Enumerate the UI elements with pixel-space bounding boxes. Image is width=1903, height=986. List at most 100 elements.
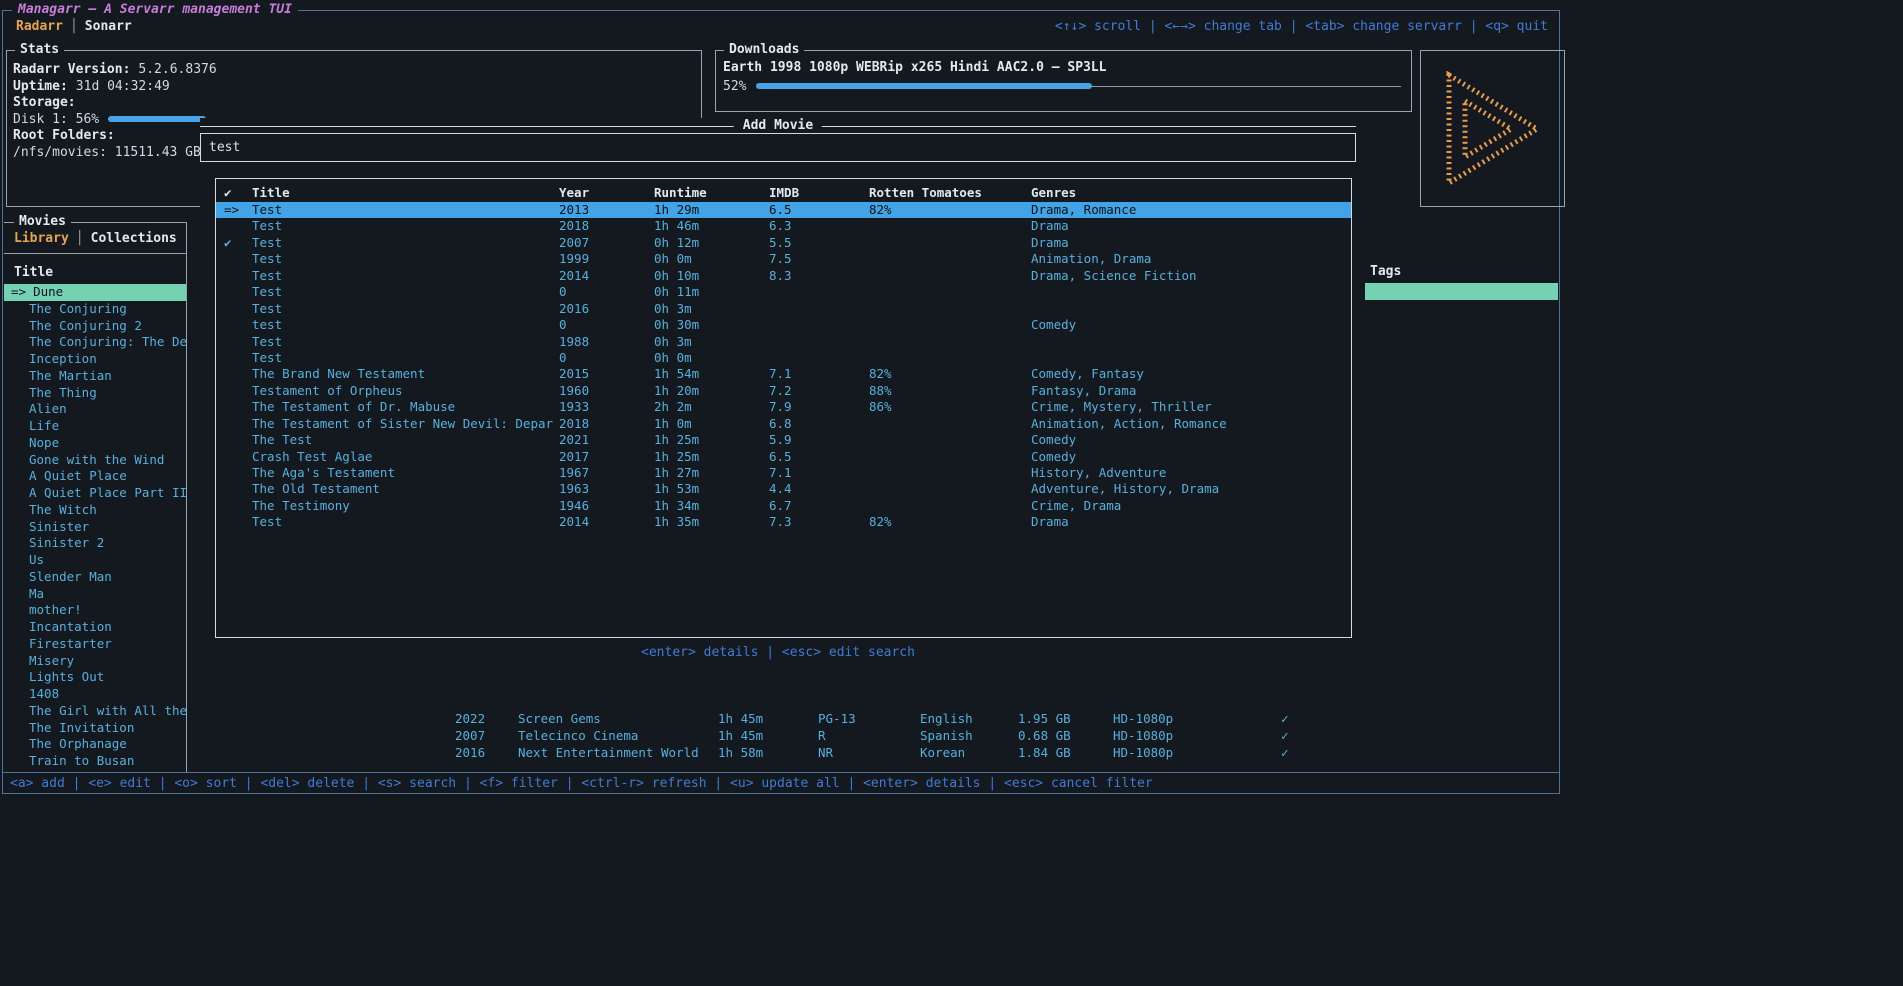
row-check-cell bbox=[224, 383, 252, 399]
movie-list-item[interactable]: 1408 bbox=[4, 686, 186, 703]
result-row[interactable]: Crash Test Aglae 2017 1h 25m 6.5 Comedy bbox=[216, 449, 1351, 465]
tab-separator: │ bbox=[70, 19, 78, 34]
movie-list-item[interactable]: Slender Man bbox=[4, 569, 186, 586]
movie-list-item[interactable]: Sinister bbox=[4, 519, 186, 536]
movie-list-item[interactable]: A Quiet Place bbox=[4, 468, 186, 485]
logo-panel bbox=[1420, 50, 1565, 207]
movies-title-column-header: Title bbox=[14, 265, 186, 282]
result-title: The Testament of Sister New Devil: Depar bbox=[252, 416, 559, 432]
result-genres: Drama, Science Fiction bbox=[1031, 268, 1351, 284]
movie-list-item[interactable]: mother! bbox=[4, 602, 186, 619]
movie-list-item[interactable]: Nope bbox=[4, 435, 186, 452]
result-row[interactable]: The Test 2021 1h 25m 5.9 Comedy bbox=[216, 432, 1351, 448]
movie-list-item[interactable]: The Conjuring 2 bbox=[4, 318, 186, 335]
movie-list-item[interactable]: Us bbox=[4, 552, 186, 569]
result-rotten-tomatoes bbox=[869, 498, 1031, 514]
result-row[interactable]: => Test 2013 1h 29m 6.5 82% Drama, Roman… bbox=[216, 202, 1351, 218]
row-check-cell bbox=[224, 498, 252, 514]
movie-size: 1.84 GB bbox=[1018, 745, 1113, 762]
result-row[interactable]: Test 0 0h 11m bbox=[216, 284, 1351, 300]
download-progress: 52% bbox=[716, 77, 1411, 94]
result-row[interactable]: Test 1999 0h 0m 7.5 Animation, Drama bbox=[216, 251, 1351, 267]
movie-list-item[interactable]: Life bbox=[4, 418, 186, 435]
tab-collections[interactable]: Collections bbox=[91, 231, 177, 246]
result-row[interactable]: Test 2018 1h 46m 6.3 Drama bbox=[216, 218, 1351, 234]
result-imdb bbox=[769, 317, 869, 333]
result-row[interactable]: Test 0 0h 0m bbox=[216, 350, 1351, 366]
row-check-cell bbox=[224, 416, 252, 432]
result-row[interactable]: Testament of Orpheus 1960 1h 20m 7.2 88%… bbox=[216, 383, 1351, 399]
result-title: Test bbox=[252, 350, 559, 366]
movie-list-item[interactable]: Misery bbox=[4, 653, 186, 670]
result-row[interactable]: Test 2016 0h 3m bbox=[216, 301, 1351, 317]
movie-list-item[interactable]: Sinister 2 bbox=[4, 535, 186, 552]
result-year: 1963 bbox=[559, 481, 654, 497]
downloads-panel: Downloads Earth 1998 1080p WEBRip x265 H… bbox=[715, 50, 1412, 112]
selected-arrow: => bbox=[11, 284, 26, 299]
result-row[interactable]: Test 1988 0h 3m bbox=[216, 334, 1351, 350]
result-row[interactable]: The Brand New Testament 2015 1h 54m 7.1 … bbox=[216, 366, 1351, 382]
movies-panel: Movies Library│Collections Title =>Dune … bbox=[4, 222, 187, 772]
result-title: Test bbox=[252, 268, 559, 284]
movie-list-item[interactable]: Alien bbox=[4, 401, 186, 418]
movie-list-item[interactable]: The Conjuring: The De bbox=[4, 334, 186, 351]
movie-list-item[interactable]: A Quiet Place Part II bbox=[4, 485, 186, 502]
movie-list-item[interactable]: Lights Out bbox=[4, 669, 186, 686]
movie-list-item[interactable]: The Invitation bbox=[4, 720, 186, 737]
result-row[interactable]: test 0 0h 30m Comedy bbox=[216, 317, 1351, 333]
result-row[interactable]: Test 2014 0h 10m 8.3 Drama, Science Fict… bbox=[216, 268, 1351, 284]
result-rotten-tomatoes bbox=[869, 284, 1031, 300]
library-table-row[interactable]: 2016 Next Entertainment World 1h 58m NR … bbox=[455, 745, 1321, 762]
genres-column-header: Genres bbox=[1031, 185, 1351, 202]
movie-list-item[interactable]: The Girl with All the bbox=[4, 703, 186, 720]
movie-list-item[interactable]: Ma bbox=[4, 586, 186, 603]
row-check-cell bbox=[224, 334, 252, 350]
result-genres: Crime, Mystery, Thriller bbox=[1031, 399, 1351, 415]
result-row[interactable]: Test 2014 1h 35m 7.3 82% Drama bbox=[216, 514, 1351, 530]
movie-list-item[interactable]: Inception bbox=[4, 351, 186, 368]
library-table-row[interactable]: 2007 Telecinco Cinema 1h 45m R Spanish 0… bbox=[455, 728, 1321, 745]
add-movie-results-table: ✔ Title Year Runtime IMDB Rotten Tomatoe… bbox=[215, 178, 1352, 638]
result-runtime: 0h 3m bbox=[654, 334, 769, 350]
result-row[interactable]: The Old Testament 1963 1h 53m 4.4 Advent… bbox=[216, 481, 1351, 497]
result-rotten-tomatoes bbox=[869, 317, 1031, 333]
movie-title: A Quiet Place bbox=[29, 468, 127, 483]
add-movie-search-input[interactable] bbox=[201, 134, 1355, 161]
result-row[interactable]: The Aga's Testament 1967 1h 27m 7.1 Hist… bbox=[216, 465, 1351, 481]
result-row[interactable]: The Testimony 1946 1h 34m 6.7 Crime, Dra… bbox=[216, 498, 1351, 514]
result-genres: Fantasy, Drama bbox=[1031, 383, 1351, 399]
result-imdb: 7.1 bbox=[769, 465, 869, 481]
result-row[interactable]: ✔ Test 2007 0h 12m 5.5 Drama bbox=[216, 235, 1351, 251]
movie-list-item[interactable]: The Orphanage bbox=[4, 736, 186, 753]
result-runtime: 0h 0m bbox=[654, 251, 769, 267]
result-year: 1967 bbox=[559, 465, 654, 481]
movie-list-item[interactable]: Train to Busan bbox=[4, 753, 186, 770]
movie-list-item[interactable]: Gone with the Wind bbox=[4, 452, 186, 469]
result-year: 1988 bbox=[559, 334, 654, 350]
row-check-cell: => bbox=[224, 202, 252, 218]
movie-list-item[interactable]: Firestarter bbox=[4, 636, 186, 653]
movie-list-item[interactable]: The Thing bbox=[4, 385, 186, 402]
library-table-row[interactable]: 2022 Screen Gems 1h 45m PG-13 English 1.… bbox=[455, 711, 1321, 728]
movie-language: English bbox=[920, 711, 1018, 728]
movie-list-item[interactable]: The Martian bbox=[4, 368, 186, 385]
movie-list-item[interactable]: Incantation bbox=[4, 619, 186, 636]
tab-radarr[interactable]: Radarr bbox=[16, 19, 63, 34]
result-row[interactable]: The Testament of Dr. Mabuse 1933 2h 2m 7… bbox=[216, 399, 1351, 415]
result-year: 0 bbox=[559, 317, 654, 333]
selected-row-tags-highlight bbox=[1365, 283, 1558, 300]
movie-list-item[interactable]: =>Dune bbox=[4, 284, 186, 301]
result-year: 1999 bbox=[559, 251, 654, 267]
movie-list-item[interactable]: The Conjuring bbox=[4, 301, 186, 318]
result-genres bbox=[1031, 350, 1351, 366]
managarr-screen: Managarr — A Servarr management TUI Rada… bbox=[0, 0, 1903, 986]
tab-library[interactable]: Library bbox=[14, 231, 69, 246]
row-check-cell bbox=[224, 284, 252, 300]
movies-panel-title: Movies bbox=[14, 214, 71, 229]
download-item-title: Earth 1998 1080p WEBRip x265 Hindi AAC2.… bbox=[723, 60, 1411, 75]
result-row[interactable]: The Testament of Sister New Devil: Depar… bbox=[216, 416, 1351, 432]
result-runtime: 0h 3m bbox=[654, 301, 769, 317]
movie-list-item[interactable]: The Witch bbox=[4, 502, 186, 519]
in-library-check-icon: ✔ bbox=[224, 235, 232, 250]
tab-sonarr[interactable]: Sonarr bbox=[85, 19, 132, 34]
